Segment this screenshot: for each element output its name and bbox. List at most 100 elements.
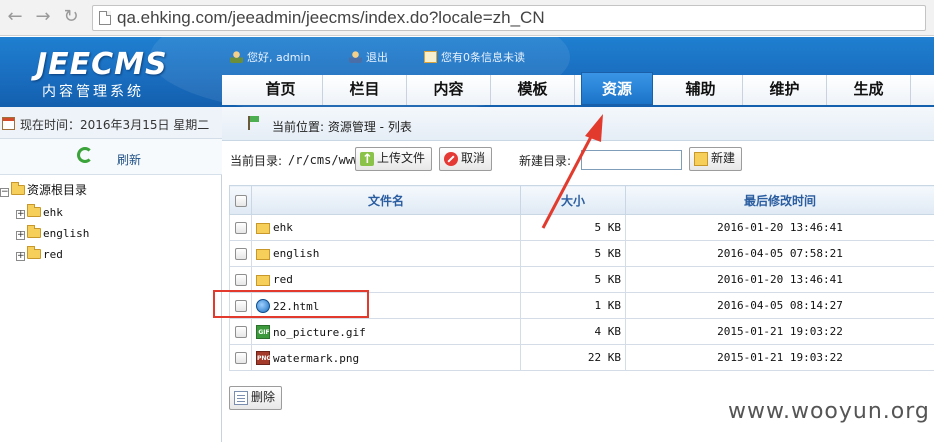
file-name-link[interactable]: english: [273, 247, 319, 260]
tree-item-label[interactable]: red: [43, 248, 63, 261]
file-modified: 2015-01-21 19:03:22: [625, 344, 934, 371]
forward-arrow-icon[interactable]: →: [32, 6, 54, 28]
highlight-box: [213, 290, 369, 318]
upload-icon: [360, 149, 374, 170]
folder-icon: [27, 204, 41, 217]
file-name-link[interactable]: ehk: [273, 221, 293, 234]
logo-subtitle: 内容管理系统: [42, 84, 144, 100]
current-date: 现在时间：2016年3月15日 星期二: [20, 116, 209, 133]
gif-tag: GIF: [258, 328, 270, 336]
file-name-link[interactable]: no_picture.gif: [273, 326, 366, 339]
mail-icon: [424, 51, 437, 63]
tree-item-label[interactable]: ehk: [43, 206, 63, 219]
gif-file-icon: GIF: [256, 324, 270, 339]
app-header: JEECMS 内容管理系统 您好, admin 退出 您有0条信息未读 首页 栏…: [0, 37, 934, 107]
new-dir-button[interactable]: 新建: [689, 147, 743, 171]
tree-item-label[interactable]: english: [43, 227, 89, 240]
table-row: english 5 KB 2016-04-05 07:58:21: [229, 240, 934, 267]
file-modified: 2016-01-20 13:46:41: [625, 214, 934, 241]
file-modified: 2015-01-21 19:03:22: [625, 318, 934, 345]
delete-label: 删除: [251, 390, 276, 404]
select-all-checkbox[interactable]: [234, 194, 247, 207]
row-checkbox[interactable]: [234, 222, 247, 234]
cancel-icon: [444, 152, 458, 166]
tree-item-english[interactable]: + english: [16, 225, 89, 240]
tree-item-red[interactable]: + red: [16, 246, 63, 261]
cancel-label: 取消: [461, 151, 486, 165]
logout-label[interactable]: 退出: [366, 51, 388, 64]
tab-assist[interactable]: 辅助: [659, 75, 743, 105]
back-arrow-icon[interactable]: ←: [4, 6, 26, 28]
logo: JEECMS: [36, 47, 168, 82]
column-header-name[interactable]: 文件名: [251, 185, 521, 215]
new-dir-input[interactable]: [581, 150, 682, 170]
tree-root[interactable]: − 资源根目录: [0, 181, 87, 198]
refresh-icon[interactable]: [77, 147, 93, 163]
tab-maintain[interactable]: 维护: [743, 75, 827, 105]
collapse-icon[interactable]: −: [0, 188, 9, 197]
tab-home[interactable]: 首页: [239, 75, 323, 105]
user-greeting: 您好, admin: [230, 49, 310, 65]
file-size: 22 KB: [520, 344, 626, 371]
file-size: 5 KB: [520, 214, 626, 241]
upload-button[interactable]: 上传文件: [355, 147, 433, 171]
table-row: ehk 5 KB 2016-01-20 13:46:41: [229, 214, 934, 241]
logout-icon: [349, 51, 362, 63]
expand-icon[interactable]: +: [16, 231, 25, 240]
tab-content[interactable]: 内容: [407, 75, 491, 105]
refresh-button[interactable]: 刷新: [117, 151, 141, 168]
logout-link[interactable]: 退出: [349, 49, 388, 65]
row-checkbox[interactable]: [234, 274, 247, 286]
browser-toolbar: ← → ↻ qa.ehking.com/jeeadmin/jeecms/inde…: [0, 0, 934, 36]
tab-template[interactable]: 模板: [491, 75, 575, 105]
tree-root-label[interactable]: 资源根目录: [27, 183, 87, 197]
table-header-row: 文件名 大小 最后修改时间: [229, 185, 934, 215]
png-file-icon: PNG: [256, 350, 272, 365]
table-row: PNG watermark.png 22 KB 2015-01-21 19:03:…: [229, 344, 934, 371]
location-bar: 当前位置: 资源管理 - 列表: [222, 107, 934, 141]
folder-icon: [256, 249, 270, 260]
main-nav: 首页 栏目 内容 模板 资源 辅助 维护 生成: [222, 72, 934, 105]
file-name-link[interactable]: red: [273, 273, 293, 286]
reload-icon[interactable]: ↻: [60, 6, 82, 28]
folder-icon: [27, 246, 41, 259]
tab-generate[interactable]: 生成: [827, 75, 911, 105]
greeting-text: 您好, admin: [247, 51, 311, 64]
breadcrumb: 当前位置: 资源管理 - 列表: [272, 120, 412, 134]
row-checkbox[interactable]: [234, 326, 247, 338]
folder-icon: [256, 223, 270, 234]
delete-icon: [234, 391, 248, 405]
file-modified: 2016-01-20 13:46:41: [625, 266, 934, 293]
column-header-modified[interactable]: 最后修改时间: [625, 185, 934, 215]
file-toolbar: 当前目录: /r/cms/www 上传文件 取消 新建目录: 新建: [222, 141, 934, 181]
date-label: 现在时间：: [20, 118, 81, 132]
address-bar[interactable]: qa.ehking.com/jeeadmin/jeecms/index.do?l…: [92, 5, 926, 31]
delete-button[interactable]: 删除: [229, 386, 283, 410]
column-header-size[interactable]: 大小: [520, 185, 626, 215]
new-dir-label: 新建目录:: [519, 154, 572, 168]
new-dir-button-label: 新建: [711, 151, 736, 165]
flag-icon: [248, 116, 260, 130]
file-modified: 2016-04-05 07:58:21: [625, 240, 934, 267]
tab-channel[interactable]: 栏目: [323, 75, 407, 105]
row-checkbox[interactable]: [234, 248, 247, 260]
cancel-button[interactable]: 取消: [439, 147, 493, 171]
expand-icon[interactable]: +: [16, 252, 25, 261]
new-folder-icon: [694, 152, 708, 166]
tree-item-ehk[interactable]: + ehk: [16, 204, 63, 219]
calendar-icon: [2, 117, 15, 130]
png-tag: PNG: [257, 354, 272, 362]
file-name-link[interactable]: watermark.png: [273, 352, 359, 365]
messages-label[interactable]: 您有0条信息未读: [441, 51, 525, 64]
file-size: 5 KB: [520, 240, 626, 267]
current-dir-value: /r/cms/www: [288, 153, 361, 167]
expand-icon[interactable]: +: [16, 210, 25, 219]
tab-resource[interactable]: 资源: [581, 72, 653, 105]
url-text[interactable]: qa.ehking.com/jeeadmin/jeecms/index.do?l…: [117, 8, 545, 28]
upload-label: 上传文件: [377, 151, 426, 165]
file-size: 4 KB: [520, 318, 626, 345]
messages-link[interactable]: 您有0条信息未读: [424, 49, 525, 65]
row-checkbox[interactable]: [234, 352, 247, 364]
folder-icon: [11, 182, 25, 195]
current-dir-label: 当前目录:: [230, 154, 283, 168]
